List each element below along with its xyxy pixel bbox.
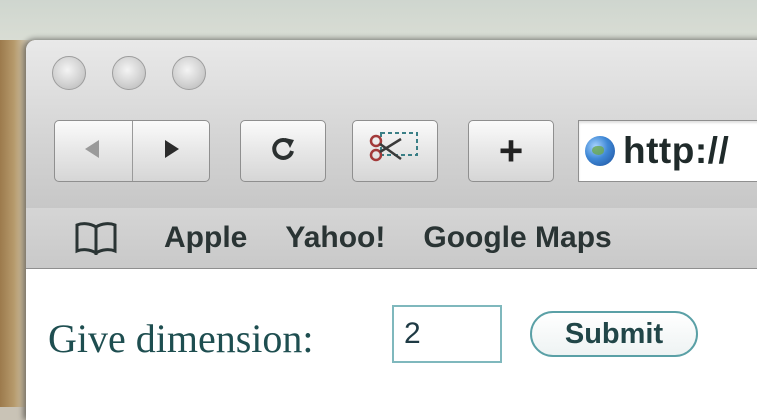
bookmark-yahoo[interactable]: Yahoo!: [285, 221, 385, 255]
snip-button[interactable]: [352, 120, 438, 182]
forward-arrow-icon: [159, 137, 183, 166]
zoom-window-button[interactable]: [172, 56, 206, 90]
plus-icon: +: [498, 127, 524, 174]
back-arrow-icon: [81, 137, 105, 166]
bookmarks-bar: Apple Yahoo! Google Maps: [26, 208, 757, 269]
minimize-window-button[interactable]: [112, 56, 146, 90]
desktop-top-area: [0, 0, 757, 40]
close-window-button[interactable]: [52, 56, 86, 90]
reload-button[interactable]: [240, 120, 326, 182]
snip-scissors-icon: [367, 129, 423, 174]
back-button[interactable]: [55, 121, 132, 181]
dimension-label: Give dimension:: [48, 316, 314, 361]
reload-icon: [268, 134, 298, 169]
dimension-input[interactable]: [392, 305, 502, 363]
browser-toolbar: + http://: [26, 40, 757, 209]
browser-window: + http:// Apple Yahoo! Google Maps Give …: [26, 40, 757, 420]
forward-button[interactable]: [133, 121, 210, 181]
bookmark-apple[interactable]: Apple: [164, 221, 247, 255]
book-icon[interactable]: [74, 220, 118, 256]
submit-button[interactable]: Submit: [530, 311, 698, 357]
page-content: Give dimension: Submit: [26, 269, 757, 420]
bookmark-google-maps[interactable]: Google Maps: [423, 221, 611, 255]
back-forward-group: [54, 120, 210, 182]
add-bookmark-button[interactable]: +: [468, 120, 554, 182]
address-bar[interactable]: http://: [578, 120, 757, 182]
address-text: http://: [623, 130, 730, 171]
globe-icon: [585, 136, 615, 166]
